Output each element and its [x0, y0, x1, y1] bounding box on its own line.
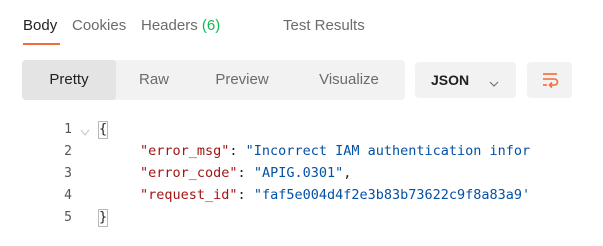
- response-tabs: Body Cookies Headers (6) Test Results: [0, 0, 603, 50]
- tab-test-results[interactable]: Test Results: [283, 17, 365, 34]
- view-mode-pretty[interactable]: Pretty: [22, 60, 116, 100]
- json-value: "faf5e004d4f2e3b83b73622c9f8a83a9': [253, 187, 531, 203]
- json-entry: "error_code": "APIG.0301",: [140, 165, 351, 181]
- code-line: 5 }: [0, 206, 603, 228]
- line-number: 5: [64, 210, 72, 225]
- tab-body[interactable]: Body: [23, 17, 57, 34]
- format-dropdown[interactable]: JSON: [415, 62, 516, 98]
- json-close-brace: }: [99, 209, 108, 225]
- active-tab-indicator: [23, 43, 60, 45]
- view-mode-segmented-control: Pretty Raw Preview Visualize: [22, 60, 405, 100]
- json-open-brace: {: [99, 121, 108, 137]
- json-entry: "request_id": "faf5e004d4f2e3b83b73622c9…: [140, 187, 530, 203]
- json-value: "Incorrect IAM authentication infor: [245, 143, 531, 159]
- line-number: 3: [64, 166, 72, 181]
- tab-headers-label: Headers: [141, 17, 198, 34]
- tab-cookies[interactable]: Cookies: [72, 17, 126, 34]
- json-separator: :: [237, 187, 254, 203]
- tab-headers[interactable]: Headers (6): [141, 17, 220, 34]
- view-mode-raw[interactable]: Raw: [126, 60, 182, 100]
- view-mode-preview[interactable]: Preview: [200, 60, 284, 100]
- chevron-down-icon: [489, 75, 499, 93]
- format-selected-value: JSON: [431, 72, 470, 88]
- response-body-editor[interactable]: 1 { 2 "error_msg": "Incorrect IAM authen…: [0, 118, 603, 246]
- json-key: "error_code": [140, 165, 238, 181]
- wrap-lines-button[interactable]: [527, 62, 572, 98]
- json-key: "request_id": [140, 187, 238, 203]
- json-comma: ,: [343, 165, 352, 181]
- line-number: 4: [64, 188, 72, 203]
- json-entry: "error_msg": "Incorrect IAM authenticati…: [140, 143, 530, 159]
- code-line: 1 {: [0, 118, 603, 140]
- json-value: "APIG.0301": [253, 165, 344, 181]
- json-key: "error_msg": [140, 143, 230, 159]
- line-number: 1: [64, 122, 72, 137]
- view-mode-visualize[interactable]: Visualize: [304, 60, 394, 100]
- code-line: 2 "error_msg": "Incorrect IAM authentica…: [0, 140, 603, 162]
- json-separator: :: [237, 165, 254, 181]
- line-number: 2: [64, 144, 72, 159]
- code-line: 3 "error_code": "APIG.0301",: [0, 162, 603, 184]
- headers-count-badge: (6): [201, 17, 221, 34]
- code-line: 4 "request_id": "faf5e004d4f2e3b83b73622…: [0, 184, 603, 206]
- json-separator: :: [229, 143, 246, 159]
